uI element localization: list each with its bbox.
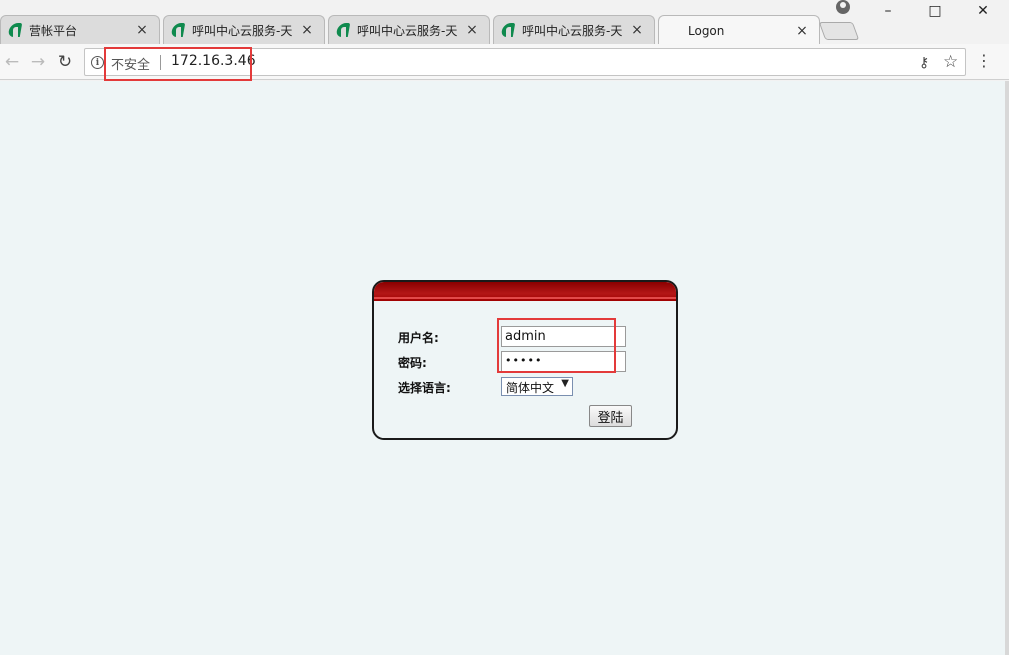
- menu-icon[interactable]: ⋮: [975, 52, 993, 72]
- divider: [160, 55, 161, 70]
- forward-button[interactable]: →: [26, 50, 50, 74]
- language-label: 选择语言:: [398, 381, 451, 395]
- username-input[interactable]: [501, 326, 626, 347]
- brand-logo-icon: [7, 22, 23, 38]
- tab-yingzhang[interactable]: 营帐平台 ×: [0, 15, 160, 44]
- minimize-button[interactable]: –: [865, 0, 911, 22]
- tab-title: 营帐平台: [29, 23, 78, 38]
- login-panel-header: [374, 282, 676, 301]
- tab-title: 呼叫中心云服务-天: [357, 23, 458, 38]
- tab-callcenter-3[interactable]: 呼叫中心云服务-天 ×: [493, 15, 655, 44]
- close-tab-icon[interactable]: ×: [300, 22, 314, 38]
- tab-strip: 营帐平台 × 呼叫中心云服务-天 × 呼叫中心云服务-天 × 呼叫中心云服务-天…: [0, 0, 1009, 119]
- password-input[interactable]: •••••: [501, 351, 626, 372]
- brand-logo-icon: [170, 22, 186, 38]
- brand-logo-icon: [335, 22, 351, 38]
- new-tab-button[interactable]: [818, 22, 860, 40]
- tab-title: Logon: [688, 23, 725, 38]
- reload-button[interactable]: ↻: [53, 50, 77, 74]
- info-icon[interactable]: i: [91, 56, 104, 69]
- login-panel: 用户名: 密码: ••••• 选择语言: 简体中文 ▼ 登陆: [372, 280, 678, 440]
- close-tab-icon[interactable]: ×: [465, 22, 479, 38]
- tab-callcenter-2[interactable]: 呼叫中心云服务-天 ×: [328, 15, 490, 44]
- password-label: 密码:: [398, 356, 427, 370]
- login-button[interactable]: 登陆: [589, 405, 632, 427]
- close-tab-icon[interactable]: ×: [135, 22, 149, 38]
- browser-toolbar: ← → ↻ i 不安全 172.16.3.46 ⚷ ☆ ⋮: [0, 44, 1009, 80]
- profile-icon[interactable]: [836, 0, 850, 14]
- back-button[interactable]: ←: [0, 50, 24, 74]
- dropdown-arrow-icon: ▼: [561, 378, 569, 389]
- tab-logon[interactable]: Logon ×: [658, 15, 820, 119]
- window-close-button[interactable]: ✕: [960, 0, 1006, 22]
- star-icon[interactable]: ☆: [943, 52, 958, 72]
- close-tab-icon[interactable]: ×: [630, 22, 644, 38]
- language-selected: 简体中文: [506, 381, 555, 395]
- language-select[interactable]: 简体中文 ▼: [501, 377, 573, 396]
- tab-callcenter-1[interactable]: 呼叫中心云服务-天 ×: [163, 15, 325, 44]
- scrollbar[interactable]: [1005, 81, 1009, 655]
- username-label: 用户名:: [398, 331, 439, 345]
- security-label[interactable]: 不安全: [111, 54, 150, 73]
- brand-logo-icon: [500, 22, 516, 38]
- url-text[interactable]: 172.16.3.46: [171, 53, 256, 69]
- close-tab-icon[interactable]: ×: [795, 23, 809, 39]
- maximize-button[interactable]: □: [912, 0, 958, 22]
- key-icon[interactable]: ⚷: [919, 55, 929, 71]
- address-bar[interactable]: i 不安全 172.16.3.46 ⚷ ☆: [84, 48, 966, 76]
- tab-title: 呼叫中心云服务-天: [522, 23, 623, 38]
- tab-title: 呼叫中心云服务-天: [192, 23, 293, 38]
